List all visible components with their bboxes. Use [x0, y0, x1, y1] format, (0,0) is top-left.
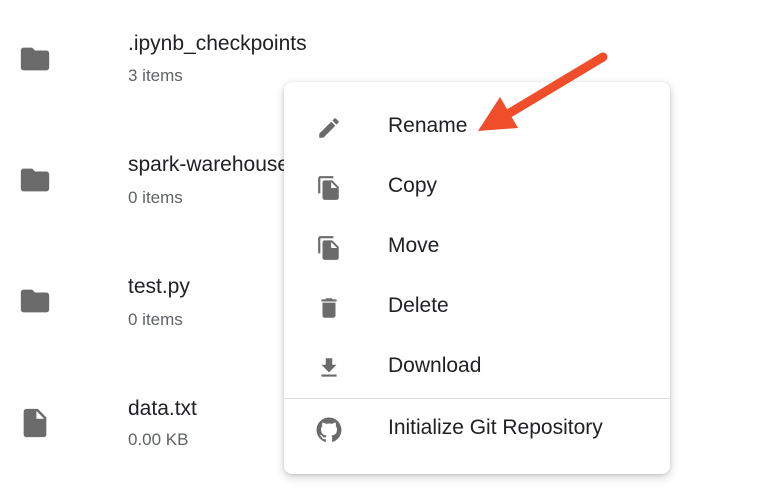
menu-item-label: Copy	[388, 174, 438, 197]
file-name: test.py	[128, 275, 190, 298]
context-menu: Rename Copy Move Delete Download Initial…	[284, 82, 670, 474]
menu-item-init-git[interactable]: Initialize Git Repository	[284, 400, 670, 460]
menu-item-label: Download	[388, 354, 482, 377]
file-icon	[18, 406, 52, 440]
folder-icon	[18, 284, 52, 318]
trash-icon	[316, 295, 342, 321]
menu-item-label: Rename	[388, 114, 468, 137]
file-name: spark-warehouse	[128, 153, 290, 176]
file-meta: 0 items	[128, 188, 183, 207]
menu-divider	[284, 398, 670, 399]
file-name: data.txt	[128, 397, 197, 420]
file-row[interactable]: .ipynb_checkpoints 3 items	[0, 0, 770, 90]
file-meta: 0 items	[128, 310, 183, 329]
menu-item-copy[interactable]: Copy	[284, 158, 670, 218]
menu-item-label: Initialize Git Repository	[388, 416, 603, 439]
move-icon	[316, 235, 342, 261]
copy-icon	[316, 175, 342, 201]
menu-item-move[interactable]: Move	[284, 218, 670, 278]
folder-icon	[18, 42, 52, 76]
github-icon	[316, 417, 342, 443]
menu-item-download[interactable]: Download	[284, 338, 670, 398]
pencil-icon	[316, 115, 342, 141]
menu-item-label: Move	[388, 234, 440, 257]
folder-icon	[18, 163, 52, 197]
file-browser: .ipynb_checkpoints 3 items spark-warehou…	[0, 0, 770, 502]
file-meta: 3 items	[128, 66, 183, 85]
download-icon	[316, 355, 342, 381]
menu-item-delete[interactable]: Delete	[284, 278, 670, 338]
menu-item-rename[interactable]: Rename	[284, 98, 670, 158]
file-meta: 0.00 KB	[128, 430, 189, 449]
file-name: .ipynb_checkpoints	[128, 32, 307, 55]
menu-item-label: Delete	[388, 294, 449, 317]
